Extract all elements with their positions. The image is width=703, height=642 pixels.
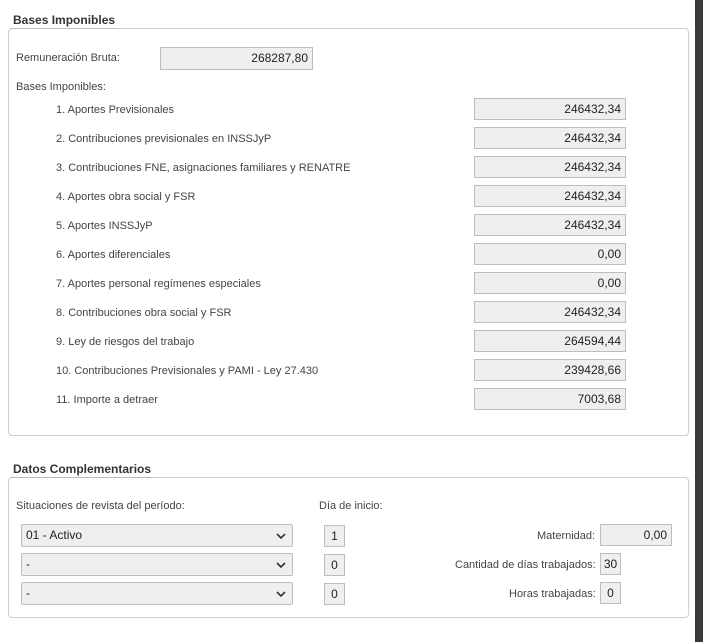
situacion-select-value: - <box>26 557 30 571</box>
scrollbar-thumb[interactable] <box>695 0 703 642</box>
base-item-value[interactable]: 246432,34 <box>474 156 626 178</box>
maternidad-label: Maternidad: <box>537 530 596 542</box>
base-item-value[interactable]: 246432,34 <box>474 98 626 120</box>
base-item-label: 3. Contribuciones FNE, asignaciones fami… <box>56 162 351 174</box>
datos-complementarios-legend: Datos Complementarios <box>10 462 155 478</box>
base-item-label: 5. Aportes INSSJyP <box>56 220 153 232</box>
situacion-select[interactable]: - <box>21 582 293 605</box>
situacion-select[interactable]: - <box>21 553 293 576</box>
base-item-label: 8. Contribuciones obra social y FSR <box>56 307 232 319</box>
base-item-value[interactable]: 246432,34 <box>474 127 626 149</box>
base-item-value[interactable]: 239428,66 <box>474 359 626 381</box>
dias-trabajados-label: Cantidad de días trabajados: <box>455 559 596 571</box>
vertical-scrollbar[interactable] <box>695 0 703 642</box>
bases-imponibles-legend: Bases Imponibles <box>10 13 119 29</box>
chevron-down-icon <box>276 533 286 540</box>
base-item-value[interactable]: 0,00 <box>474 243 626 265</box>
base-item-value[interactable]: 264594,44 <box>474 330 626 352</box>
dias-trabajados-field[interactable]: 30 <box>600 553 621 575</box>
bases-imponibles-subtitle: Bases Imponibles: <box>16 81 106 93</box>
base-item-value[interactable]: 246432,34 <box>474 301 626 323</box>
base-item-value[interactable]: 246432,34 <box>474 214 626 236</box>
dia-inicio-field[interactable]: 0 <box>324 583 345 605</box>
maternidad-field[interactable]: 0,00 <box>600 524 672 546</box>
base-item-label: 11. Importe a detraer <box>56 394 158 406</box>
base-item-label: 9. Ley de riesgos del trabajo <box>56 336 195 348</box>
base-item-value[interactable]: 0,00 <box>474 272 626 294</box>
chevron-down-icon <box>276 591 286 598</box>
base-item-label: 6. Aportes diferenciales <box>56 249 171 261</box>
remuneracion-bruta-field[interactable]: 268287,80 <box>160 47 313 70</box>
dia-inicio-field[interactable]: 1 <box>324 525 345 547</box>
base-item-label: 4. Aportes obra social y FSR <box>56 191 196 203</box>
base-item-label: 2. Contribuciones previsionales en INSSJ… <box>56 133 272 145</box>
chevron-down-icon <box>276 562 286 569</box>
dia-inicio-label: Día de inicio: <box>319 500 383 512</box>
situacion-select[interactable]: 01 - Activo <box>21 524 293 547</box>
base-item-label: 7. Aportes personal regímenes especiales <box>56 278 261 290</box>
situaciones-revista-label: Situaciones de revista del período: <box>16 500 185 512</box>
horas-trabajadas-label: Horas trabajadas: <box>509 588 596 600</box>
dia-inicio-field[interactable]: 0 <box>324 554 345 576</box>
base-item-label: 1. Aportes Previsionales <box>56 104 175 116</box>
situacion-select-value: - <box>26 586 30 600</box>
base-item-value[interactable]: 246432,34 <box>474 185 626 207</box>
base-item-label: 10. Contribuciones Previsionales y PAMI … <box>56 365 319 377</box>
remuneracion-bruta-label: Remuneración Bruta: <box>16 52 120 64</box>
horas-trabajadas-field[interactable]: 0 <box>600 582 621 604</box>
situacion-select-value: 01 - Activo <box>26 528 83 542</box>
base-item-value[interactable]: 7003,68 <box>474 388 626 410</box>
